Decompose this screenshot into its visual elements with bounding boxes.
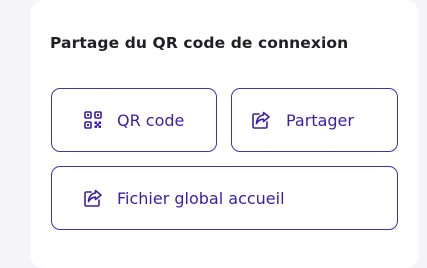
global-file-button[interactable]: Fichier global accueil <box>51 166 398 230</box>
share-icon <box>251 110 271 130</box>
section-title: Partage du QR code de connexion <box>50 34 349 52</box>
share-icon <box>83 188 103 208</box>
qr-code-button[interactable]: QR code <box>51 88 217 152</box>
share-button-label: Partager <box>286 110 354 130</box>
share-button[interactable]: Partager <box>231 88 398 152</box>
global-file-button-label: Fichier global accueil <box>117 188 285 208</box>
qr-code-button-label: QR code <box>117 110 185 130</box>
qr-code-icon <box>83 110 103 130</box>
qr-share-card: Partage du QR code de connexion QR code … <box>30 0 419 268</box>
